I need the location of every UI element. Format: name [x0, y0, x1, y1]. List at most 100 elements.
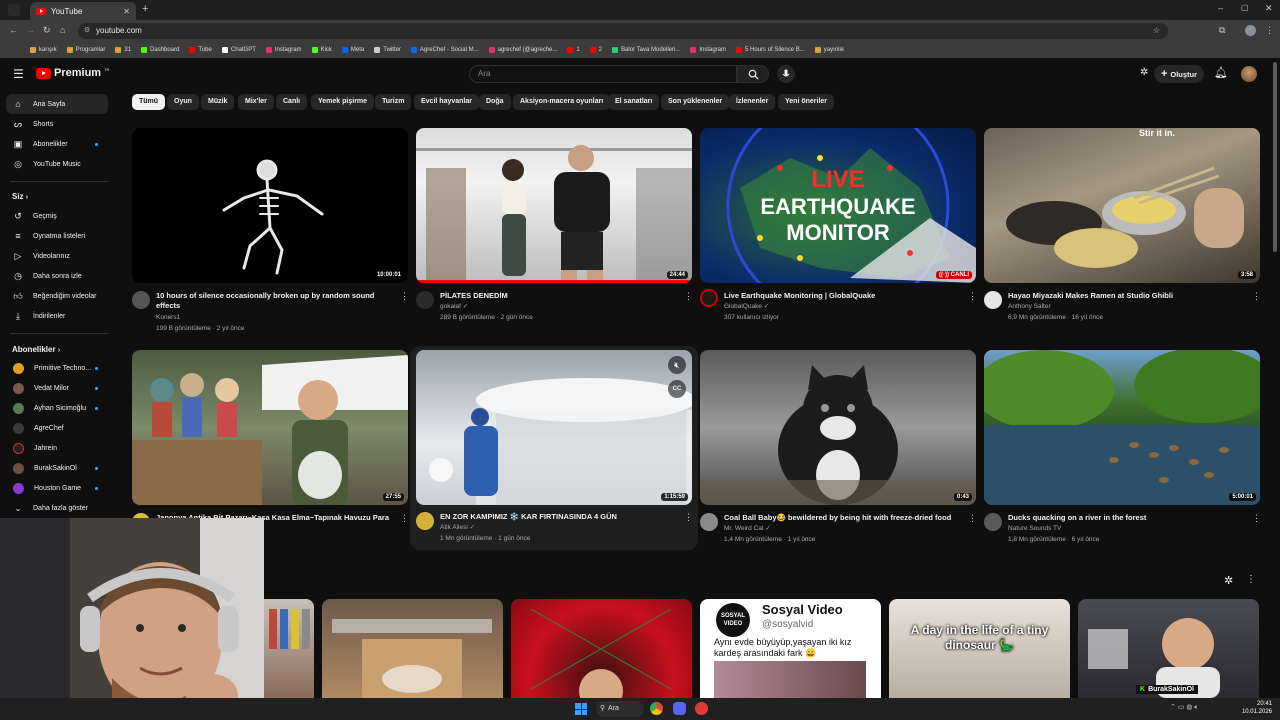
- channel-avatar[interactable]: [700, 289, 718, 307]
- more-options-icon[interactable]: ⋮: [400, 291, 409, 302]
- chip[interactable]: Müzik: [201, 94, 235, 110]
- sidebar-sub-item[interactable]: BurakSakinOl: [6, 458, 108, 478]
- video-card[interactable]: 0:43 Coal Ball Baby😂 bewildered by being…: [700, 350, 977, 550]
- short-card[interactable]: SOSYAL VIDEO Sosyal Video @sosyalvid Ayn…: [700, 599, 881, 698]
- channel-name[interactable]: Nature Sounds TV: [1008, 524, 1061, 534]
- tab-close-icon[interactable]: ✕: [123, 7, 130, 16]
- notifications-bell-icon[interactable]: 🔔︎: [1214, 66, 1228, 79]
- sidebar-sub-item[interactable]: Jahrein: [6, 438, 108, 458]
- video-title[interactable]: PİLATES DENEDİM: [440, 291, 670, 301]
- video-card[interactable]: 10:00:01 10 hours of silence occasionall…: [132, 128, 409, 338]
- bookmark-item[interactable]: Meta: [341, 47, 364, 53]
- bookmark-item[interactable]: agrechef (@agreche...: [488, 47, 557, 53]
- cast-icon[interactable]: ✲: [1140, 67, 1148, 78]
- video-thumbnail[interactable]: 24:44: [416, 128, 692, 283]
- sidebar-sub-item[interactable]: Vedat Milor: [6, 378, 108, 398]
- sidebar-sub-item[interactable]: Houston Game: [6, 478, 108, 498]
- channel-name[interactable]: Atik Ailesi ✓: [440, 523, 475, 533]
- bookmark-item[interactable]: karışık: [30, 47, 57, 53]
- chip[interactable]: İzlenenler: [729, 94, 776, 110]
- bookmark-item[interactable]: Tube: [189, 47, 212, 53]
- bookmark-item[interactable]: yayınlık: [814, 47, 844, 53]
- short-card[interactable]: K BurakSakinOl: [1078, 599, 1259, 698]
- tab-search-icon[interactable]: [8, 4, 20, 16]
- sidebar-item-history[interactable]: ↺ Geçmiş: [6, 206, 108, 226]
- close-window-button[interactable]: ✕: [1265, 3, 1273, 14]
- sidebar-heading-you[interactable]: Siz ›: [12, 192, 28, 201]
- bookmark-item[interactable]: 2: [589, 47, 602, 53]
- video-title[interactable]: EN ZOR KAMPIMIZ ❄️ KAR FIRTINASINDA 4 GÜ…: [440, 512, 670, 522]
- chip[interactable]: Aksiyon-macera oyunları: [513, 94, 611, 110]
- more-options-icon[interactable]: ⋮: [684, 512, 693, 523]
- bookmark-item[interactable]: Kick: [311, 47, 332, 53]
- more-options-icon[interactable]: ⋮: [968, 291, 977, 302]
- video-card[interactable]: LIVE EARTHQUAKE MONITOR ((·)) CANLI Live…: [700, 128, 977, 328]
- forward-icon[interactable]: →: [26, 25, 35, 35]
- mute-icon[interactable]: 🔇︎: [668, 356, 686, 374]
- channel-avatar[interactable]: [984, 513, 1002, 531]
- bookmark-item[interactable]: 5 Hours of Silence B...: [736, 47, 805, 53]
- discord-taskbar-icon[interactable]: [673, 702, 686, 715]
- windows-start-icon[interactable]: [575, 703, 587, 715]
- sidebar-item-watch-later[interactable]: ◷ Daha sonra izle: [6, 266, 108, 286]
- bookmark-item[interactable]: Twitter: [374, 47, 401, 53]
- video-thumbnail[interactable]: 0:43: [700, 350, 976, 505]
- bookmark-item[interactable]: Instagram: [690, 47, 726, 53]
- new-tab-button[interactable]: +: [142, 3, 148, 15]
- video-card-hovered[interactable]: 🔇︎ CC 1:15:59 EN ZOR KAMPIMIZ ❄️ KAR FIR…: [410, 346, 698, 550]
- channel-name[interactable]: Mr. Weird Cat ✓: [724, 524, 771, 534]
- channel-name[interactable]: Koners1: [156, 313, 180, 323]
- create-button[interactable]: + Oluştur: [1154, 65, 1204, 83]
- sidebar-sub-item[interactable]: Ayhan Sicimoğlu: [6, 398, 108, 418]
- channel-avatar[interactable]: [700, 513, 718, 531]
- minimize-button[interactable]: –: [1218, 3, 1223, 13]
- video-card[interactable]: 5:00:01 Ducks quacking on a river in the…: [984, 350, 1261, 550]
- channel-name[interactable]: Anthony Salter: [1008, 302, 1051, 312]
- chip[interactable]: Canlı: [276, 94, 308, 110]
- video-title[interactable]: Hayao Miyazaki Makes Ramen at Studio Ghi…: [1008, 291, 1238, 301]
- chip[interactable]: Tümü: [132, 94, 166, 110]
- hamburger-menu-icon[interactable]: ☰: [13, 67, 24, 81]
- video-card[interactable]: 24:44 PİLATES DENEDİM gokalaf ✓ 289 B gö…: [416, 128, 693, 328]
- video-card[interactable]: 27:55 Japonya Antika Bit Pazarı~Kasa Kas…: [132, 350, 409, 531]
- sidebar-sub-item[interactable]: Primitive Techno...: [6, 358, 108, 378]
- sidebar-heading-subscriptions[interactable]: Abonelikler ›: [12, 345, 60, 354]
- short-card[interactable]: [322, 599, 503, 698]
- sidebar-item-home[interactable]: ⌂ Ana Sayfa: [6, 94, 108, 114]
- url-field[interactable]: ⚙ youtube.com ☆: [78, 23, 1168, 39]
- bookmark-item[interactable]: Instagram: [265, 47, 302, 53]
- extensions-icon[interactable]: ⧉: [1219, 25, 1225, 36]
- chip[interactable]: Evcil hayvanlar: [414, 94, 479, 110]
- video-title[interactable]: Ducks quacking on a river in the forest: [1008, 513, 1238, 523]
- search-button[interactable]: [737, 65, 769, 83]
- channel-name[interactable]: GlobalQuake ✓: [724, 302, 769, 312]
- chip[interactable]: Turizm: [375, 94, 412, 110]
- bookmark-item[interactable]: 1: [567, 47, 580, 53]
- bookmark-item[interactable]: 31: [115, 47, 131, 53]
- tray-icons[interactable]: ⌃ ▭ ◍ 🔈︎: [1170, 703, 1199, 712]
- sidebar-item-your-videos[interactable]: ▷ Videolarınız: [6, 246, 108, 266]
- video-thumbnail[interactable]: Stir it in. 3:58: [984, 128, 1260, 283]
- channel-name[interactable]: gokalaf ✓: [440, 302, 468, 312]
- sidebar-item-subscriptions[interactable]: ▣ Abonelikler: [6, 134, 108, 154]
- more-options-icon[interactable]: ⋮: [400, 513, 409, 524]
- sidebar-sub-item[interactable]: AgreChef: [6, 418, 108, 438]
- short-card[interactable]: [511, 599, 692, 698]
- back-icon[interactable]: ←: [9, 25, 18, 35]
- maximize-button[interactable]: ▢: [1241, 3, 1249, 12]
- video-thumbnail[interactable]: 5:00:01: [984, 350, 1260, 505]
- bookmark-item[interactable]: Balor Tava Modelleri...: [612, 47, 680, 53]
- channel-avatar[interactable]: [416, 291, 434, 309]
- bookmark-item[interactable]: ChatGPT: [221, 47, 256, 53]
- channel-avatar[interactable]: [132, 291, 150, 309]
- page-scrollbar[interactable]: [1273, 62, 1277, 252]
- more-options-icon[interactable]: ⋮: [1252, 291, 1261, 302]
- taskbar-search[interactable]: ⚲ Ara: [596, 701, 644, 717]
- video-card[interactable]: Stir it in. 3:58 Hayao Miyazaki Makes Ra…: [984, 128, 1261, 328]
- chip[interactable]: El sanatları: [608, 94, 660, 110]
- more-options-icon[interactable]: ⋮: [1252, 513, 1261, 524]
- app-taskbar-icon[interactable]: [695, 702, 708, 715]
- more-options-icon[interactable]: ⋮: [684, 291, 693, 302]
- captions-icon[interactable]: CC: [668, 380, 686, 398]
- video-title[interactable]: 10 hours of silence occasionally broken …: [156, 291, 386, 311]
